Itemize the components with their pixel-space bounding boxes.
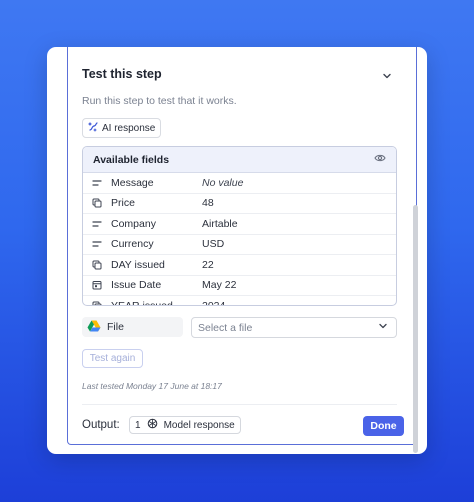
output-count: 1 (135, 419, 141, 431)
google-drive-icon (87, 320, 101, 335)
test-again-button[interactable]: Test again (82, 349, 143, 368)
field-key: DAY issued (111, 258, 165, 271)
stacked-copies-icon (83, 198, 111, 208)
file-select-dropdown[interactable]: Select a file (191, 317, 397, 338)
file-source-label: File (82, 317, 183, 337)
output-model-chip[interactable]: 1 Model response (129, 416, 241, 434)
model-response-label: Model response (163, 419, 235, 431)
field-key: Company (111, 217, 156, 230)
field-key: Currency (111, 238, 154, 251)
field-value: 22 (202, 258, 214, 271)
field-value: 48 (202, 197, 214, 210)
field-row: Company Airtable (83, 214, 396, 235)
stacked-copies-icon (83, 301, 111, 305)
openai-icon (147, 418, 158, 432)
field-value: 2024 (202, 299, 226, 306)
section-subtitle: Run this step to test that it works. (82, 95, 237, 107)
ai-response-label: AI response (102, 122, 156, 134)
available-fields-title: Available fields (93, 153, 170, 166)
section-title: Test this step (82, 67, 162, 81)
file-select-placeholder: Select a file (198, 321, 253, 334)
text-lines-icon (83, 240, 111, 248)
stacked-copies-icon (83, 260, 111, 270)
ai-response-chip[interactable]: AI response (82, 118, 162, 138)
field-row: Message No value (83, 173, 396, 194)
scrollbar[interactable] (413, 205, 418, 453)
field-value: May 22 (202, 279, 237, 292)
field-row: Issue Date May 22 (83, 276, 396, 296)
field-value: USD (202, 238, 225, 251)
ai-sparkle-icon (87, 121, 98, 135)
field-row: Currency USD (83, 235, 396, 255)
field-row: YEAR issued 2024 (83, 296, 396, 306)
field-key: Issue Date (111, 279, 162, 292)
eye-icon[interactable] (374, 153, 386, 166)
field-key: Price (111, 197, 135, 210)
file-label-text: File (107, 321, 124, 333)
field-key: Message (111, 176, 154, 189)
field-row: Price 48 (83, 194, 396, 214)
calendar-icon (83, 280, 111, 290)
output-label: Output: (82, 419, 120, 431)
text-lines-icon (83, 220, 111, 228)
chevron-down-icon (378, 321, 388, 334)
available-fields-header: Available fields (83, 147, 396, 173)
text-lines-icon (83, 179, 111, 187)
done-button[interactable]: Done (363, 416, 404, 436)
field-value: Airtable (202, 217, 238, 230)
field-value: No value (202, 176, 244, 189)
last-tested-text: Last tested Monday 17 June at 18:17 (82, 381, 222, 391)
field-key: YEAR issued (111, 299, 173, 306)
test-step-modal: Test this step Run this step to test tha… (47, 47, 427, 454)
collapse-chevron-icon[interactable] (381, 69, 393, 81)
divider (82, 404, 397, 405)
field-row: DAY issued 22 (83, 255, 396, 276)
available-fields-panel: Available fields Message No value Price 48 C… (82, 146, 397, 306)
